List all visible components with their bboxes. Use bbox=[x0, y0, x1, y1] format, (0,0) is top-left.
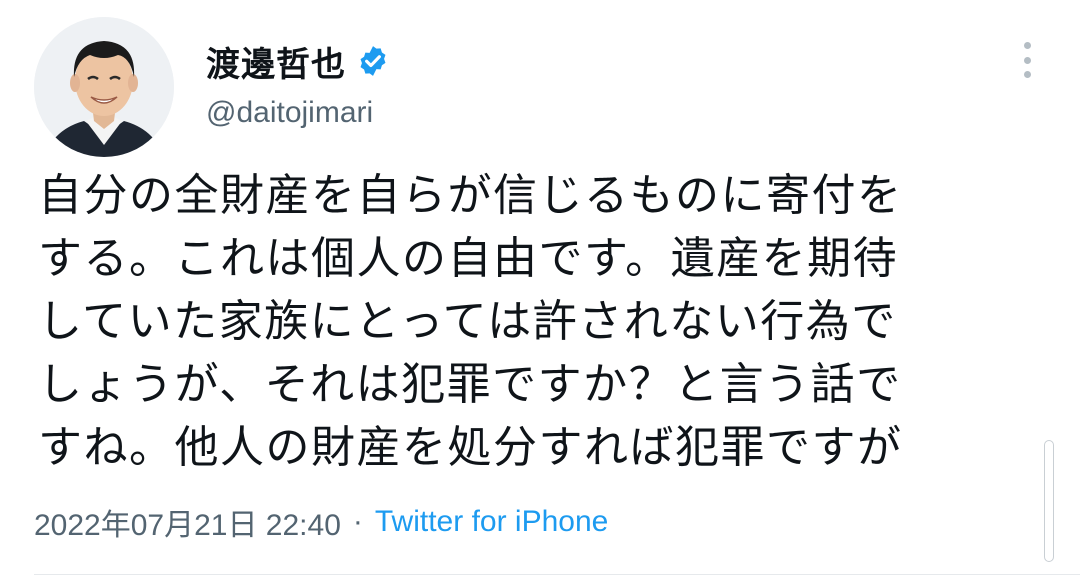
display-name[interactable]: 渡邊哲也 bbox=[206, 37, 346, 86]
more-dot bbox=[1023, 56, 1031, 64]
tweet-line: 自分の全財産を自らが信じるものに寄付を bbox=[38, 170, 903, 221]
tweet-timestamp[interactable]: 2022年07月21日 22:40 bbox=[34, 500, 341, 544]
tweet-line: すね。他人の財産を処分すれば犯罪ですが bbox=[38, 422, 903, 473]
user-handle[interactable]: @daitojimari bbox=[206, 96, 373, 130]
more-dot bbox=[1023, 71, 1031, 78]
more-vertical-icon[interactable] bbox=[1012, 38, 1042, 82]
tweet-text: 自分の全財産を自らが信じるものに寄付を する。これは個人の自由です。遺産を期待 … bbox=[38, 164, 1028, 479]
meta-separator: · bbox=[352, 505, 363, 538]
tweet-line: する。これは個人の自由です。遺産を期待 bbox=[38, 233, 899, 284]
verified-badge-icon bbox=[356, 44, 390, 78]
avatar[interactable] bbox=[34, 17, 174, 157]
avatar-photo bbox=[34, 17, 174, 157]
tweet-source-link[interactable]: Twitter for iPhone bbox=[375, 505, 608, 539]
more-dot bbox=[1023, 42, 1031, 49]
display-name-row[interactable]: 渡邊哲也 bbox=[206, 37, 390, 86]
tweet-meta: 2022年07月21日 22:40 · Twitter for iPhone bbox=[34, 500, 608, 544]
scrollbar-thumb[interactable] bbox=[1044, 440, 1054, 562]
tweet-line: していた家族にとっては許されない行為で bbox=[38, 296, 897, 347]
divider bbox=[34, 574, 1080, 575]
tweet-line: しょうが、それは犯罪ですか？と言う話で bbox=[38, 359, 902, 410]
